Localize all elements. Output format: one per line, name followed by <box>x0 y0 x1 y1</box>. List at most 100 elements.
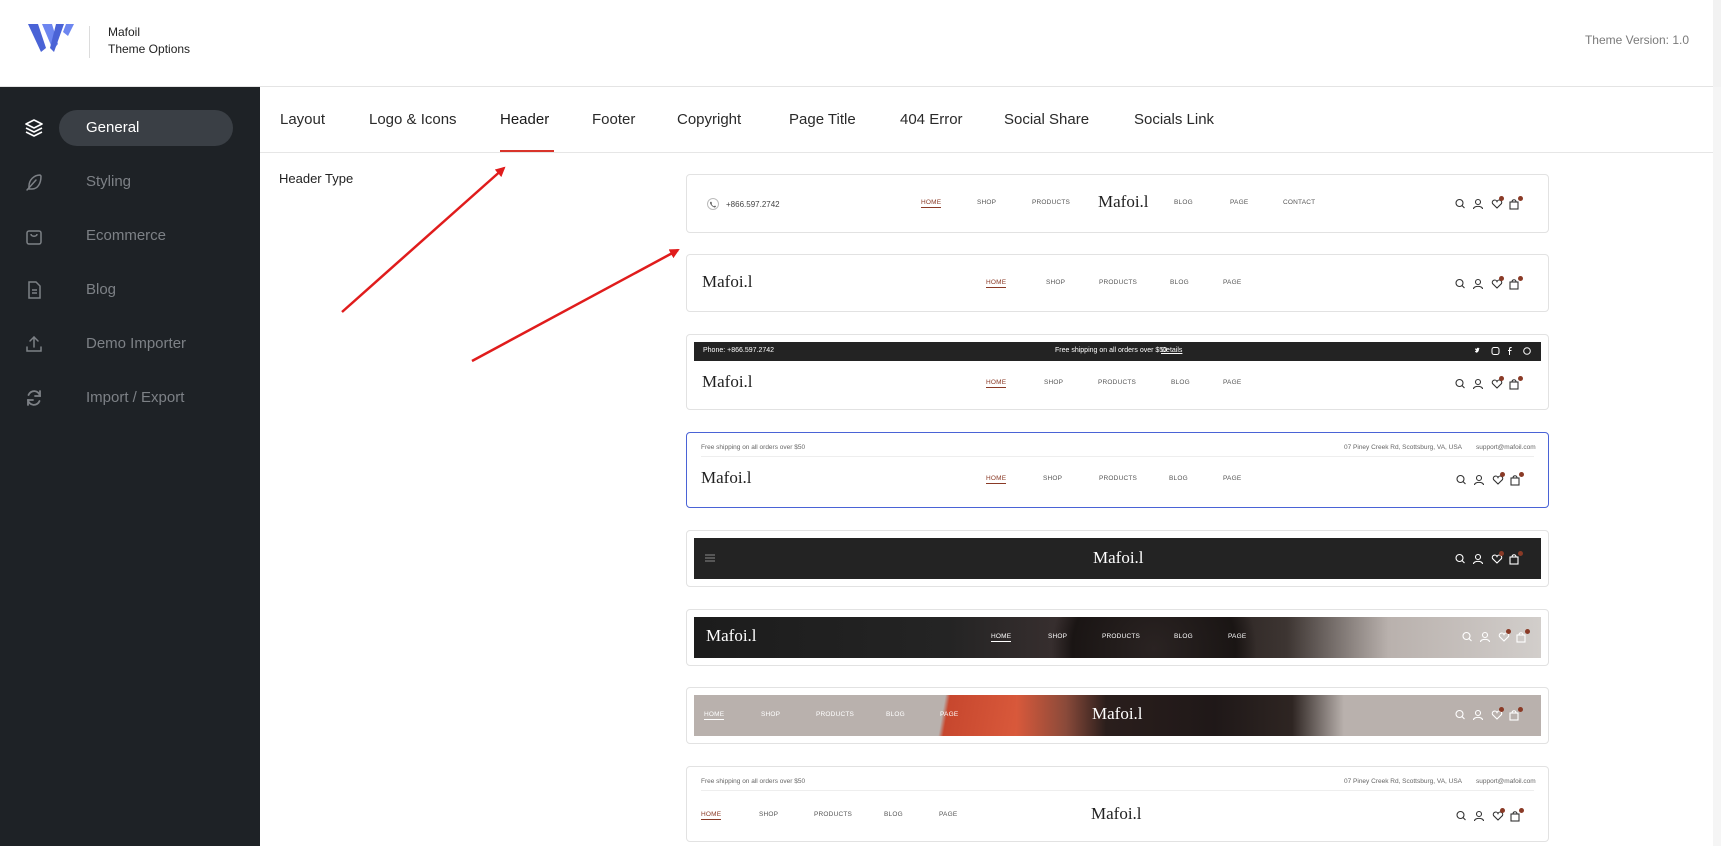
sidebar-item-ecommerce[interactable]: Ecommerce <box>0 218 260 254</box>
arrow-to-header-tab <box>341 166 506 313</box>
details-link: Details <box>1161 347 1183 354</box>
sidebar-item-styling[interactable]: Styling <box>0 164 260 200</box>
tab-socials-link[interactable]: Socials Link <box>1134 111 1214 128</box>
nav-page: PAGE <box>939 811 958 818</box>
photo-header: Mafoi.l HOME SHOP PRODUCTS BLOG PAGE <box>694 617 1541 658</box>
header-option-5[interactable]: Mafoi.l <box>686 530 1549 587</box>
tab-copyright[interactable]: Copyright <box>677 111 741 128</box>
page-scrollbar[interactable] <box>1713 87 1721 846</box>
nav-home: HOME <box>986 379 1007 388</box>
tab-social-share[interactable]: Social Share <box>1004 111 1089 128</box>
theme-version: Theme Version: 1.0 <box>1584 33 1689 47</box>
nav-shop: SHOP <box>1044 379 1064 386</box>
sidebar-item-label: Ecommerce <box>86 227 167 244</box>
nav-blog: BLOG <box>1169 475 1188 482</box>
brand-text: Mafoil Theme Options <box>108 24 190 58</box>
sidebar-item-label: Blog <box>86 281 117 298</box>
nav-products: PRODUCTS <box>814 811 853 818</box>
nav-blog: BLOG <box>1174 199 1193 206</box>
nav-home: HOME <box>986 475 1007 484</box>
dark-header: Mafoi.l <box>694 538 1541 579</box>
email-text: support@mafoil.com <box>1476 778 1536 785</box>
address-text: 07 Piney Creek Rd, Scottsburg, VA, USA <box>1344 778 1463 785</box>
preview-logo: Mafoi.l <box>702 272 753 291</box>
nav-shop: SHOP <box>761 711 781 718</box>
header-option-2[interactable]: Mafoi.l HOME SHOP PRODUCTS BLOG PAGE <box>686 254 1549 312</box>
brand-name: Mafoil <box>108 25 141 39</box>
header-type-label: Header Type <box>279 171 354 186</box>
nav-shop: SHOP <box>977 199 997 206</box>
nav-products: PRODUCTS <box>1099 279 1138 286</box>
nav-shop: SHOP <box>759 811 779 818</box>
nav-blog: BLOG <box>1174 633 1193 640</box>
nav-shop: SHOP <box>1046 279 1066 286</box>
sidebar-item-import-export[interactable]: Import / Export <box>0 380 260 416</box>
tab-page-title[interactable]: Page Title <box>789 111 856 128</box>
phone-label: Phone: +866.597.2742 <box>703 347 775 354</box>
nav-page: PAGE <box>1228 633 1247 640</box>
divider <box>701 456 1534 457</box>
nav-page: PAGE <box>1223 279 1242 286</box>
sidebar-item-blog[interactable]: Blog <box>0 272 260 308</box>
document-icon <box>28 281 41 299</box>
sidebar: General Styling Ecommerce Blog Demo Impo… <box>0 87 260 846</box>
tab-header[interactable]: Header <box>500 111 549 128</box>
tab-404-error[interactable]: 404 Error <box>900 111 963 128</box>
email-text: support@mafoil.com <box>1476 444 1536 451</box>
tab-footer[interactable]: Footer <box>592 111 635 128</box>
nav-blog: BLOG <box>884 811 903 818</box>
nav-shop: SHOP <box>1048 633 1068 640</box>
sidebar-item-label: General <box>86 119 140 136</box>
photo-header: HOME SHOP PRODUCTS BLOG PAGE Mafoi.l <box>694 695 1541 736</box>
layers-icon <box>25 119 43 137</box>
feather-icon <box>26 174 42 191</box>
nav-home: HOME <box>701 811 722 820</box>
header-option-7[interactable]: HOME SHOP PRODUCTS BLOG PAGE Mafoi.l <box>686 687 1549 744</box>
preview-logo: Mafoi.l <box>701 468 752 487</box>
header-option-4[interactable]: Free shipping on all orders over $50 07 … <box>686 432 1549 508</box>
nav-page: PAGE <box>940 711 959 718</box>
phone-icon <box>707 198 719 210</box>
sidebar-item-demo-importer[interactable]: Demo Importer <box>0 326 260 362</box>
nav-blog: BLOG <box>1171 379 1190 386</box>
tab-logo-icons[interactable]: Logo & Icons <box>369 111 457 128</box>
social-icons <box>1475 347 1531 355</box>
nav-shop: SHOP <box>1043 475 1063 482</box>
shipping-text: Free shipping on all orders over $50 <box>701 778 806 785</box>
preview-logo: Mafoi.l <box>706 626 757 645</box>
phone-text: +866.597.2742 <box>726 200 780 209</box>
nav-contact: CONTACT <box>1283 199 1316 206</box>
address-text: 07 Piney Creek Rd, Scottsburg, VA, USA <box>1344 444 1463 451</box>
active-tab-indicator <box>500 150 554 152</box>
nav-blog: BLOG <box>1170 279 1189 286</box>
shipping-text: Free shipping on all orders over $50 <box>701 444 806 451</box>
header-option-6[interactable]: Mafoi.l HOME SHOP PRODUCTS BLOG PAGE <box>686 609 1549 666</box>
brand-divider <box>89 26 90 58</box>
nav-home: HOME <box>704 711 725 720</box>
preview-logo: Mafoi.l <box>1098 192 1149 211</box>
preview-logo: Mafoi.l <box>702 372 753 391</box>
nav-home: HOME <box>986 279 1007 288</box>
topbar-strip: Phone: +866.597.2742 Free shipping on al… <box>694 342 1541 361</box>
divider <box>701 790 1534 791</box>
header-option-8[interactable]: Free shipping on all orders over $50 07 … <box>686 766 1549 842</box>
preview-logo: Mafoi.l <box>1092 704 1143 723</box>
scrollbar-track[interactable] <box>1713 0 1721 87</box>
hamburger-icon <box>705 554 715 562</box>
nav-home: HOME <box>921 199 942 208</box>
header-option-1[interactable]: +866.597.2742 HOME SHOP PRODUCTS Mafoi.l… <box>686 174 1549 233</box>
nav-page: PAGE <box>1223 475 1242 482</box>
shipping-text: Free shipping on all orders over $50 <box>1055 347 1168 354</box>
sidebar-item-label: Styling <box>86 173 132 190</box>
tab-layout[interactable]: Layout <box>280 111 325 128</box>
nav-products: PRODUCTS <box>1102 633 1141 640</box>
nav-products: PRODUCTS <box>816 711 855 718</box>
header-option-3[interactable]: Phone: +866.597.2742 Free shipping on al… <box>686 334 1549 410</box>
options-tabs: Layout Logo & Icons Header Footer Copyri… <box>260 87 1721 153</box>
sidebar-item-general[interactable]: General <box>0 110 260 146</box>
preview-logo: Mafoi.l <box>1093 548 1144 567</box>
brand-subtitle: Theme Options <box>108 42 191 56</box>
nav-blog: BLOG <box>886 711 905 718</box>
nav-products: PRODUCTS <box>1032 199 1071 206</box>
shopping-bag-icon <box>26 230 42 245</box>
